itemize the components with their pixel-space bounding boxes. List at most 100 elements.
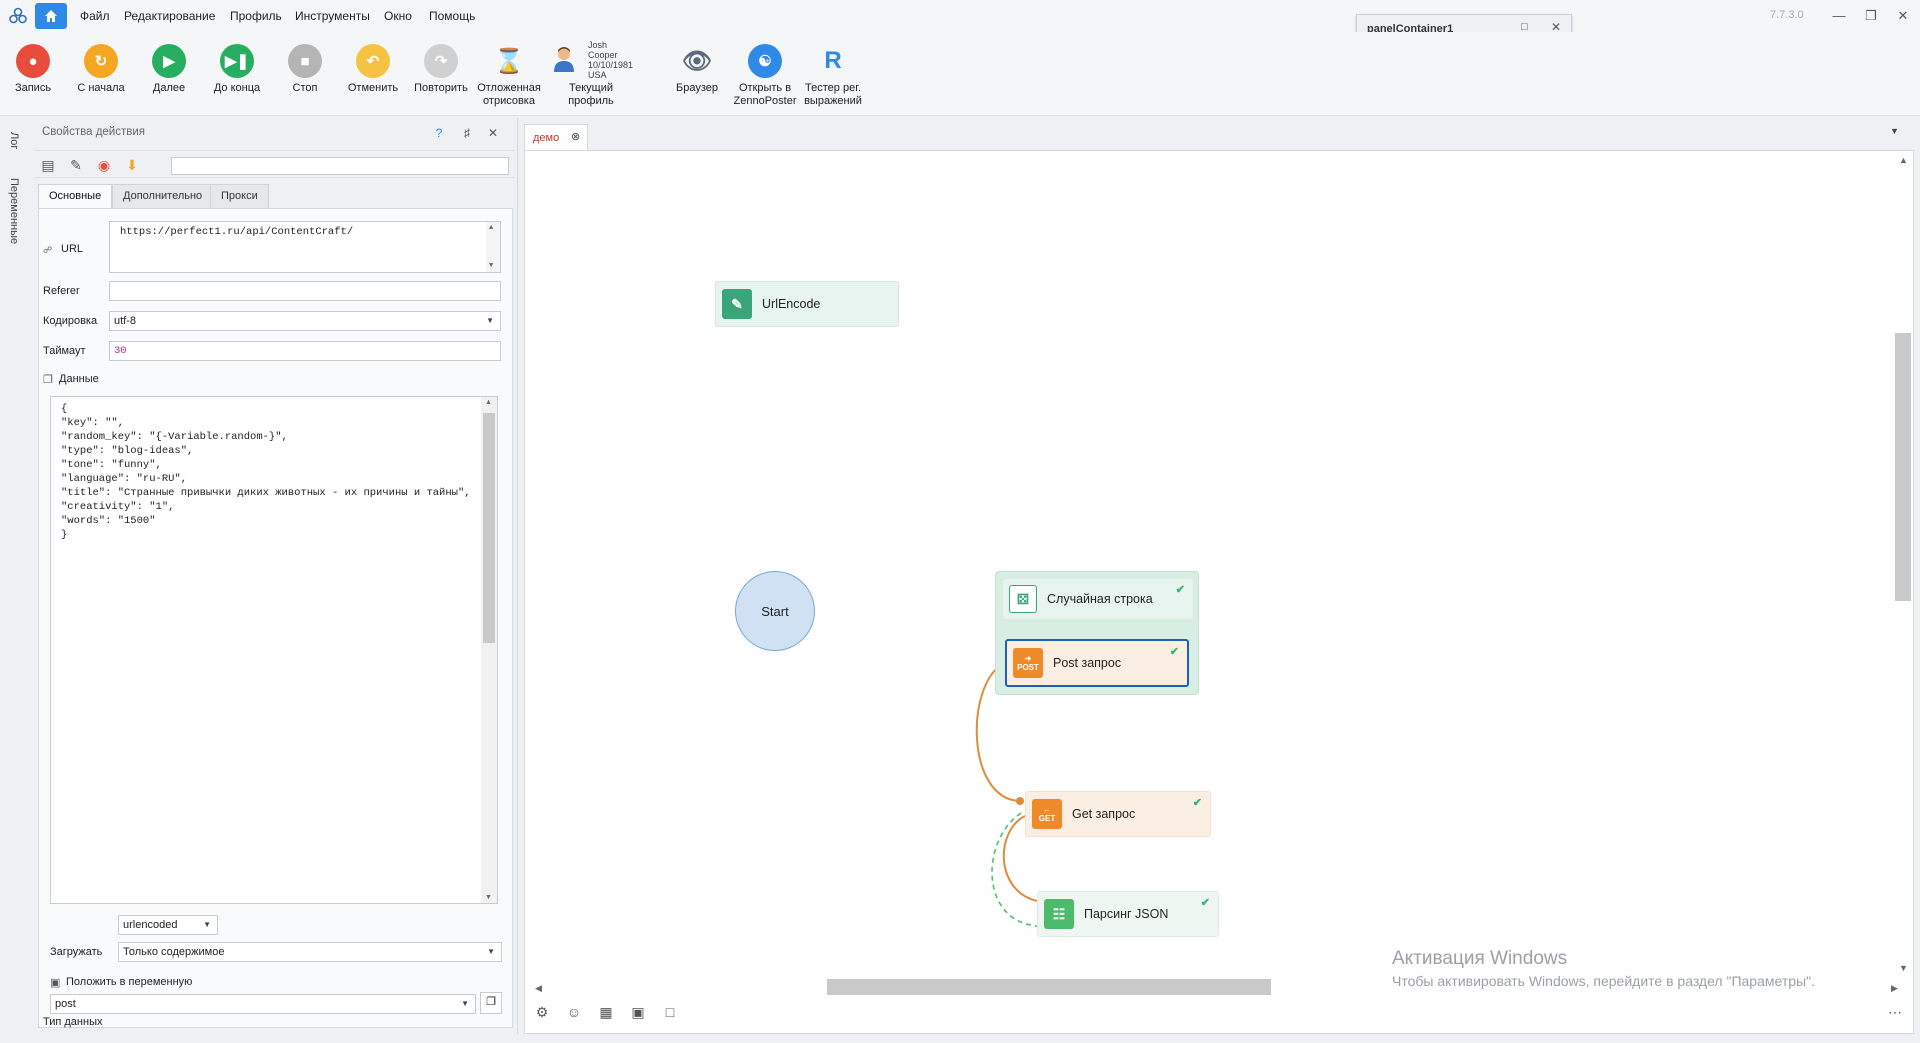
node-parse-json[interactable]: ☷ Парсинг JSON ✔	[1037, 891, 1219, 937]
toolbar-button-4[interactable]: ■ Стоп	[266, 44, 344, 95]
profile-info: Josh Cooper 10/10/1981 USA	[552, 38, 633, 80]
check-icon: ✔	[1169, 646, 1179, 658]
timeout-field[interactable]: 30	[109, 341, 501, 361]
close-icon[interactable]: ✕	[1894, 7, 1912, 25]
node-post-request[interactable]: ➜ POST Post запрос ✔	[1005, 639, 1189, 687]
restore-icon[interactable]: ❐	[1862, 7, 1880, 25]
referer-label: Referer	[43, 285, 80, 297]
timeout-value: 30	[114, 345, 127, 357]
tab-basic[interactable]: Основные	[38, 184, 113, 208]
record-icon[interactable]: ◉	[94, 155, 114, 175]
stop-icon: ■	[288, 44, 322, 78]
menu-window[interactable]: Окно	[384, 9, 412, 23]
toolbar-button-3[interactable]: ▶❚ До конца	[198, 44, 276, 95]
undo-icon: ↶	[356, 44, 390, 78]
data-scrollbar[interactable]: ▲ ▼	[481, 397, 497, 903]
chevron-down-icon: ▼	[203, 920, 211, 929]
toolbar-button-1[interactable]: ↻ С начала	[62, 44, 140, 95]
post-icon: ➜ POST	[1013, 648, 1043, 678]
toolbar-button-label: Текущий профиль	[568, 82, 614, 107]
toolbar-button-label: Отложенная отрисовка	[477, 82, 541, 107]
restart-icon: ↻	[84, 44, 118, 78]
tab-advanced[interactable]: Дополнительно	[112, 184, 214, 208]
svg-text:▲: ▲	[1899, 155, 1908, 165]
grid-icon[interactable]: ▦	[596, 1002, 616, 1022]
eye-icon: 👁	[681, 47, 713, 75]
tabs-dropdown-icon[interactable]: ▼	[1890, 126, 1899, 136]
check-icon: ✔	[1200, 897, 1210, 909]
data-code: { "key": "", "random_key": "{-Variable.r…	[61, 403, 471, 541]
minimize-icon[interactable]: —	[1830, 7, 1848, 25]
datatype-select[interactable]: urlencoded ▼	[118, 915, 218, 935]
fit-icon[interactable]: □	[660, 1002, 680, 1022]
settings-icon[interactable]: ⚙	[532, 1002, 552, 1022]
zennoposter-icon: ☯	[748, 44, 782, 78]
timeout-label: Таймаут	[43, 345, 86, 357]
menu-tools[interactable]: Инструменты	[295, 9, 370, 23]
user-icon[interactable]: ☺	[564, 1002, 584, 1022]
svg-text:◀: ◀	[535, 983, 542, 993]
menu-file[interactable]: Файл	[80, 9, 110, 23]
tab-proxy[interactable]: Прокси	[210, 184, 269, 208]
profile-country: USA	[588, 70, 607, 80]
pin-icon[interactable]: ♯	[458, 124, 476, 142]
copy-variable-button[interactable]: ❐	[480, 992, 502, 1014]
menu-edit[interactable]: Редактирование	[124, 9, 215, 23]
pencil-icon: ✎	[722, 289, 752, 319]
tab-log[interactable]: Лог	[8, 132, 20, 149]
get-icon: ← GET	[1032, 799, 1062, 829]
properties-search-input[interactable]	[171, 157, 509, 175]
referer-field[interactable]	[109, 281, 501, 301]
home-button[interactable]	[35, 3, 67, 29]
help-button[interactable]: ?	[430, 124, 448, 142]
toolbar-button-10[interactable]: ☯ Открыть в ZennoPoster	[726, 44, 804, 108]
toolbar-button-6[interactable]: ↷ Повторить	[402, 44, 480, 95]
windows-activation-title: Активация Windows	[1392, 948, 1568, 969]
node-start-label: Start	[761, 603, 789, 619]
lock-icon[interactable]: ▣	[628, 1002, 648, 1022]
url-value: https://perfect1.ru/api/ContentCraft/	[120, 226, 354, 238]
node-get-label: Get запрос	[1072, 807, 1136, 821]
close-icon[interactable]: ✕	[484, 124, 502, 142]
menu-profile[interactable]: Профиль	[230, 9, 282, 23]
save-icon: ▣	[50, 977, 61, 989]
node-get-request[interactable]: ← GET Get запрос ✔	[1025, 791, 1211, 837]
toolbar-button-label: Отменить	[347, 82, 399, 94]
edit-list-icon[interactable]: ✎	[66, 155, 86, 175]
load-value: Только содержимое	[123, 946, 225, 958]
node-random-string[interactable]: ⚄ Случайная строка ✔	[1003, 579, 1193, 619]
more-icon[interactable]: ⋯	[1888, 1004, 1902, 1021]
load-select[interactable]: Только содержимое ▼	[118, 942, 502, 962]
toolbar-button-9[interactable]: 👁 Браузер	[658, 44, 736, 95]
toolbar-button-2[interactable]: ▶ Далее	[130, 44, 208, 95]
node-post-label: Post запрос	[1053, 656, 1122, 670]
url-field[interactable]: https://perfect1.ru/api/ContentCraft/ ▲ ▼	[109, 221, 501, 273]
store-variable-select[interactable]: post ▼	[50, 994, 476, 1014]
node-parse-json-label: Парсинг JSON	[1084, 907, 1169, 921]
encoding-label: Кодировка	[43, 315, 98, 327]
toolbar-button-11[interactable]: R Тестер рег. выражений	[794, 44, 872, 108]
toolbar-button-7[interactable]: ⌛ Отложенная отрисовка	[470, 44, 548, 108]
windows-activation-text: Чтобы активировать Windows, перейдите в …	[1392, 973, 1815, 989]
tab-variables[interactable]: Переменные	[8, 178, 20, 244]
regex-r-icon: R	[824, 47, 842, 74]
toolbar-button-5[interactable]: ↶ Отменить	[334, 44, 412, 95]
node-urlencode[interactable]: ✎ UrlEncode	[715, 281, 899, 327]
svg-text:▼: ▼	[1899, 963, 1908, 973]
toolbar-button-label: Повторить	[414, 82, 468, 94]
project-canvas[interactable]: ◀ ▶ ▲ ▼ ✎ UrlEncode Start ⚄ Случайная ст…	[524, 150, 1914, 1034]
arrow-down-icon[interactable]: ⬇	[122, 155, 142, 175]
menu-help[interactable]: Помощь	[429, 9, 475, 23]
tab-demo[interactable]: демо ⊗	[524, 124, 588, 150]
encoding-select[interactable]: utf-8 ▼	[109, 311, 501, 331]
check-icon: ✔	[1175, 584, 1185, 596]
node-start[interactable]: Start	[735, 571, 815, 651]
list-view-icon[interactable]: ▤	[38, 155, 58, 175]
close-tab-icon[interactable]: ⊗	[571, 130, 580, 143]
canvas-tab-bar: демо ⊗ ▼	[524, 118, 1920, 150]
data-textarea[interactable]: { "key": "", "random_key": "{-Variable.r…	[50, 396, 498, 904]
post-badge: POST	[1017, 663, 1039, 672]
redo-icon: ↷	[424, 44, 458, 78]
toolbar-button-label: До конца	[213, 82, 261, 94]
properties-tabs: Основные Дополнительно Прокси	[38, 184, 510, 208]
